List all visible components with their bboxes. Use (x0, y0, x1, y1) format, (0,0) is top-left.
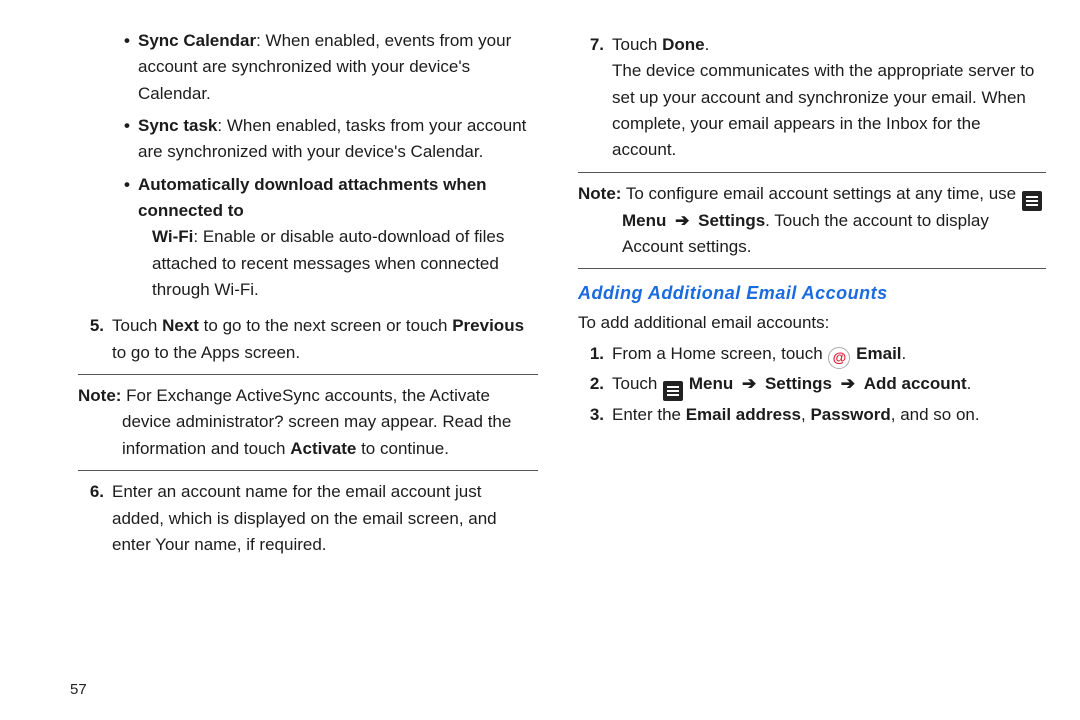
bullet-list: • Sync Calendar: When enabled, events fr… (124, 28, 538, 303)
divider (78, 374, 538, 375)
page-number: 57 (70, 681, 87, 698)
email-icon: @ (828, 347, 850, 369)
note-label: Note: (578, 184, 621, 203)
step-number: 1. (578, 341, 612, 367)
step-number: 5. (78, 313, 112, 366)
step-number: 7. (578, 32, 612, 164)
bullet-sync-calendar: • Sync Calendar: When enabled, events fr… (124, 28, 538, 107)
step-number: 2. (578, 371, 612, 398)
bullet-auto-download: • Automatically download attachments whe… (124, 172, 538, 304)
note-activesync: Note: For Exchange ActiveSync accounts, … (78, 383, 538, 462)
arrow-icon: ➔ (675, 211, 689, 230)
left-column: • Sync Calendar: When enabled, events fr… (70, 28, 558, 720)
step-number: 3. (578, 402, 612, 428)
arrow-icon: ➔ (742, 374, 756, 393)
divider (578, 268, 1046, 269)
step-5: 5. Touch Next to go to the next screen o… (78, 313, 538, 366)
step-body: Enter an account name for the email acco… (112, 479, 538, 558)
bullet-title: Sync task (138, 116, 217, 135)
arrow-icon: ➔ (841, 374, 855, 393)
note-label: Note: (78, 386, 121, 405)
step-number: 6. (78, 479, 112, 558)
step-body: The device communicates with the appropr… (612, 58, 1046, 163)
section-intro: To add additional email accounts: (578, 310, 1046, 336)
right-column: 7. Touch Done. The device communicates w… (558, 28, 1046, 720)
menu-icon (1022, 191, 1042, 211)
bullet-title: Sync Calendar (138, 31, 256, 50)
bullet-sync-task: • Sync task: When enabled, tasks from yo… (124, 113, 538, 166)
section-heading: Adding Additional Email Accounts (578, 283, 1046, 304)
step-7: 7. Touch Done. The device communicates w… (578, 32, 1046, 164)
bullet-title: Automatically download attachments when … (138, 175, 487, 220)
add-step-3: 3. Enter the Email address, Password, an… (578, 402, 1046, 428)
note-configure: Note: To configure email account setting… (578, 181, 1046, 261)
add-step-2: 2. Touch Menu ➔ Settings ➔ Add account. (578, 371, 1046, 398)
divider (78, 470, 538, 471)
menu-icon (663, 381, 683, 401)
divider (578, 172, 1046, 173)
step-6: 6. Enter an account name for the email a… (78, 479, 538, 558)
add-step-1: 1. From a Home screen, touch @ Email. (578, 341, 1046, 367)
